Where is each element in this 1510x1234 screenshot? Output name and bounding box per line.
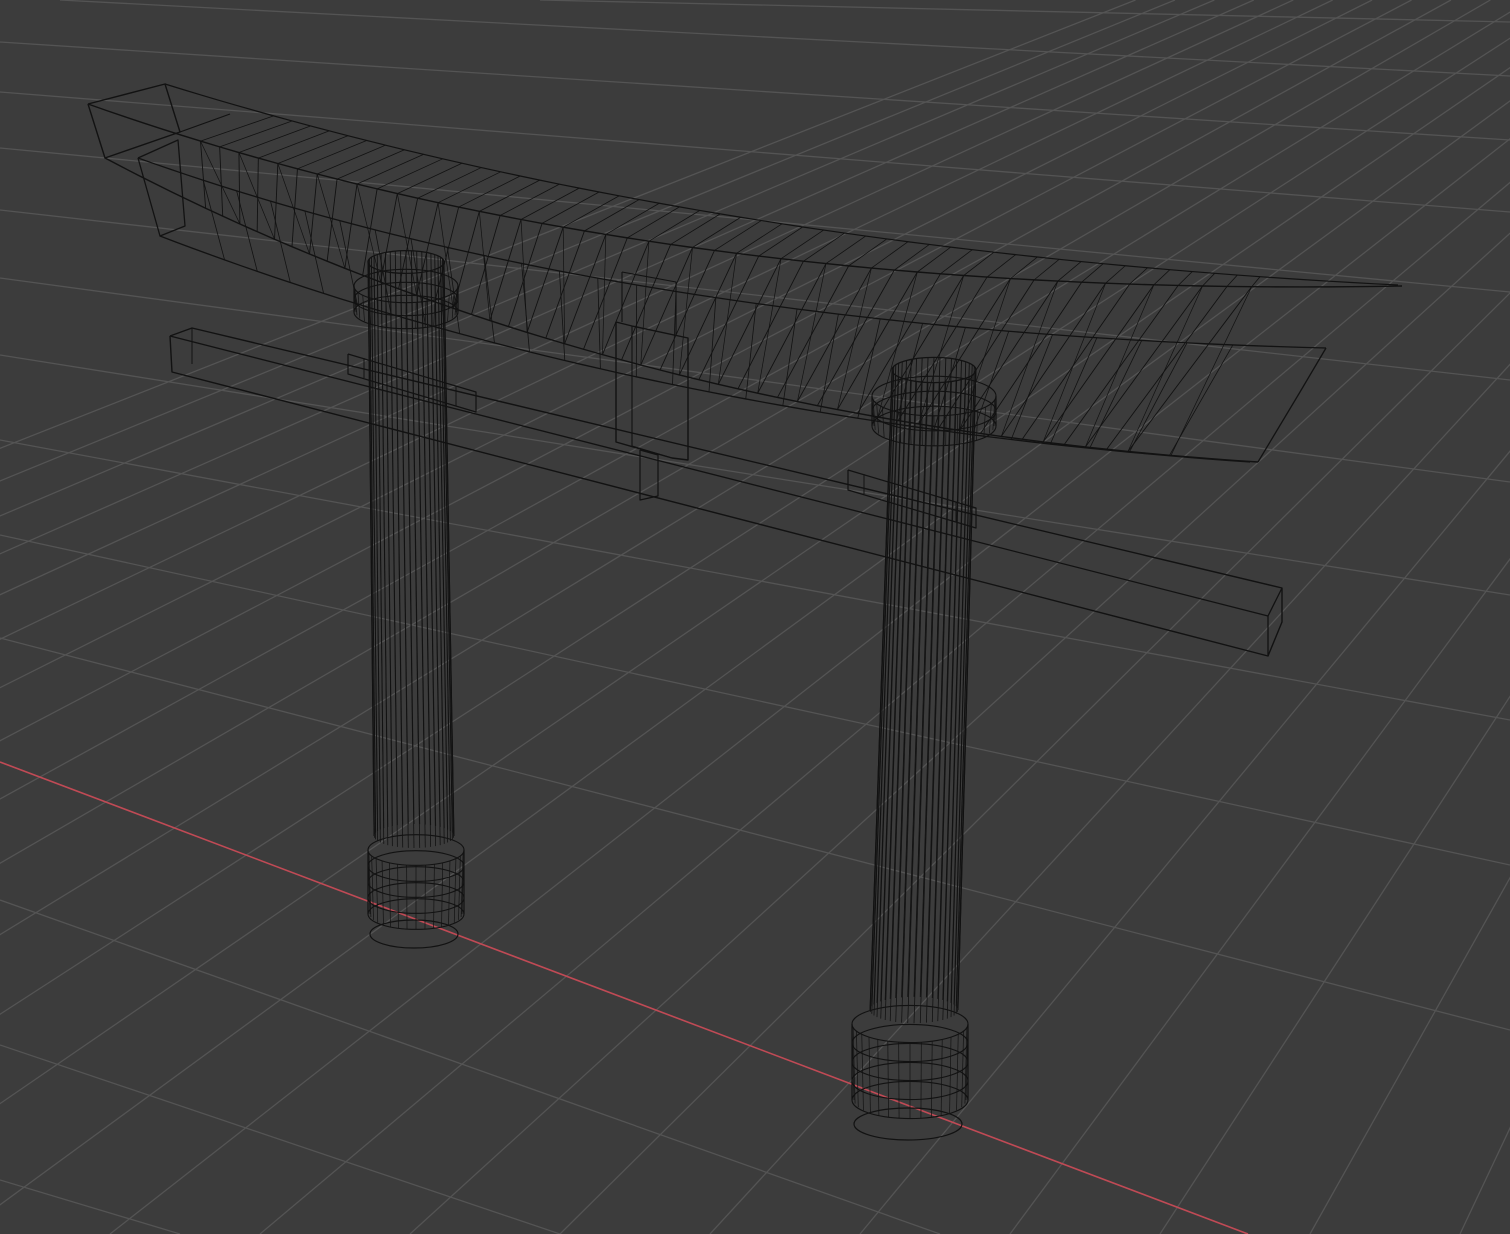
grid-line bbox=[0, 0, 1255, 555]
grid-line bbox=[0, 37, 1510, 1016]
grid-line bbox=[0, 534, 1510, 866]
hashira-right[interactable] bbox=[851, 356, 997, 1141]
grid-line bbox=[59, 0, 1510, 77]
floor-grid bbox=[0, 0, 1510, 1234]
grid-line bbox=[1009, 557, 1510, 1234]
viewport-canvas[interactable] bbox=[0, 0, 1510, 1234]
grid-line bbox=[709, 363, 1510, 1234]
kusabi-left[interactable] bbox=[347, 353, 477, 413]
grid-line bbox=[0, 637, 1510, 1031]
grid-line bbox=[0, 41, 1510, 141]
grid-line bbox=[1159, 695, 1510, 1234]
grid-line bbox=[0, 899, 941, 1234]
3d-viewport[interactable] bbox=[0, 0, 1510, 1234]
kasagi-top-beam[interactable] bbox=[87, 83, 1403, 463]
grid-line bbox=[0, 0, 1176, 482]
grid-line bbox=[0, 0, 1294, 596]
grid-line bbox=[109, 138, 1510, 1234]
grid-line bbox=[0, 91, 1510, 213]
grid-line bbox=[0, 209, 1510, 381]
grid-line bbox=[409, 232, 1510, 1234]
grid-line bbox=[0, 0, 1412, 742]
grid-line bbox=[0, 0, 1491, 865]
grid-line bbox=[559, 292, 1510, 1234]
hashira-left[interactable] bbox=[353, 249, 465, 949]
x-axis-line bbox=[0, 761, 1249, 1234]
grid-line bbox=[0, 1179, 181, 1234]
grid-line bbox=[0, 439, 1510, 721]
grid-line bbox=[0, 354, 1510, 596]
